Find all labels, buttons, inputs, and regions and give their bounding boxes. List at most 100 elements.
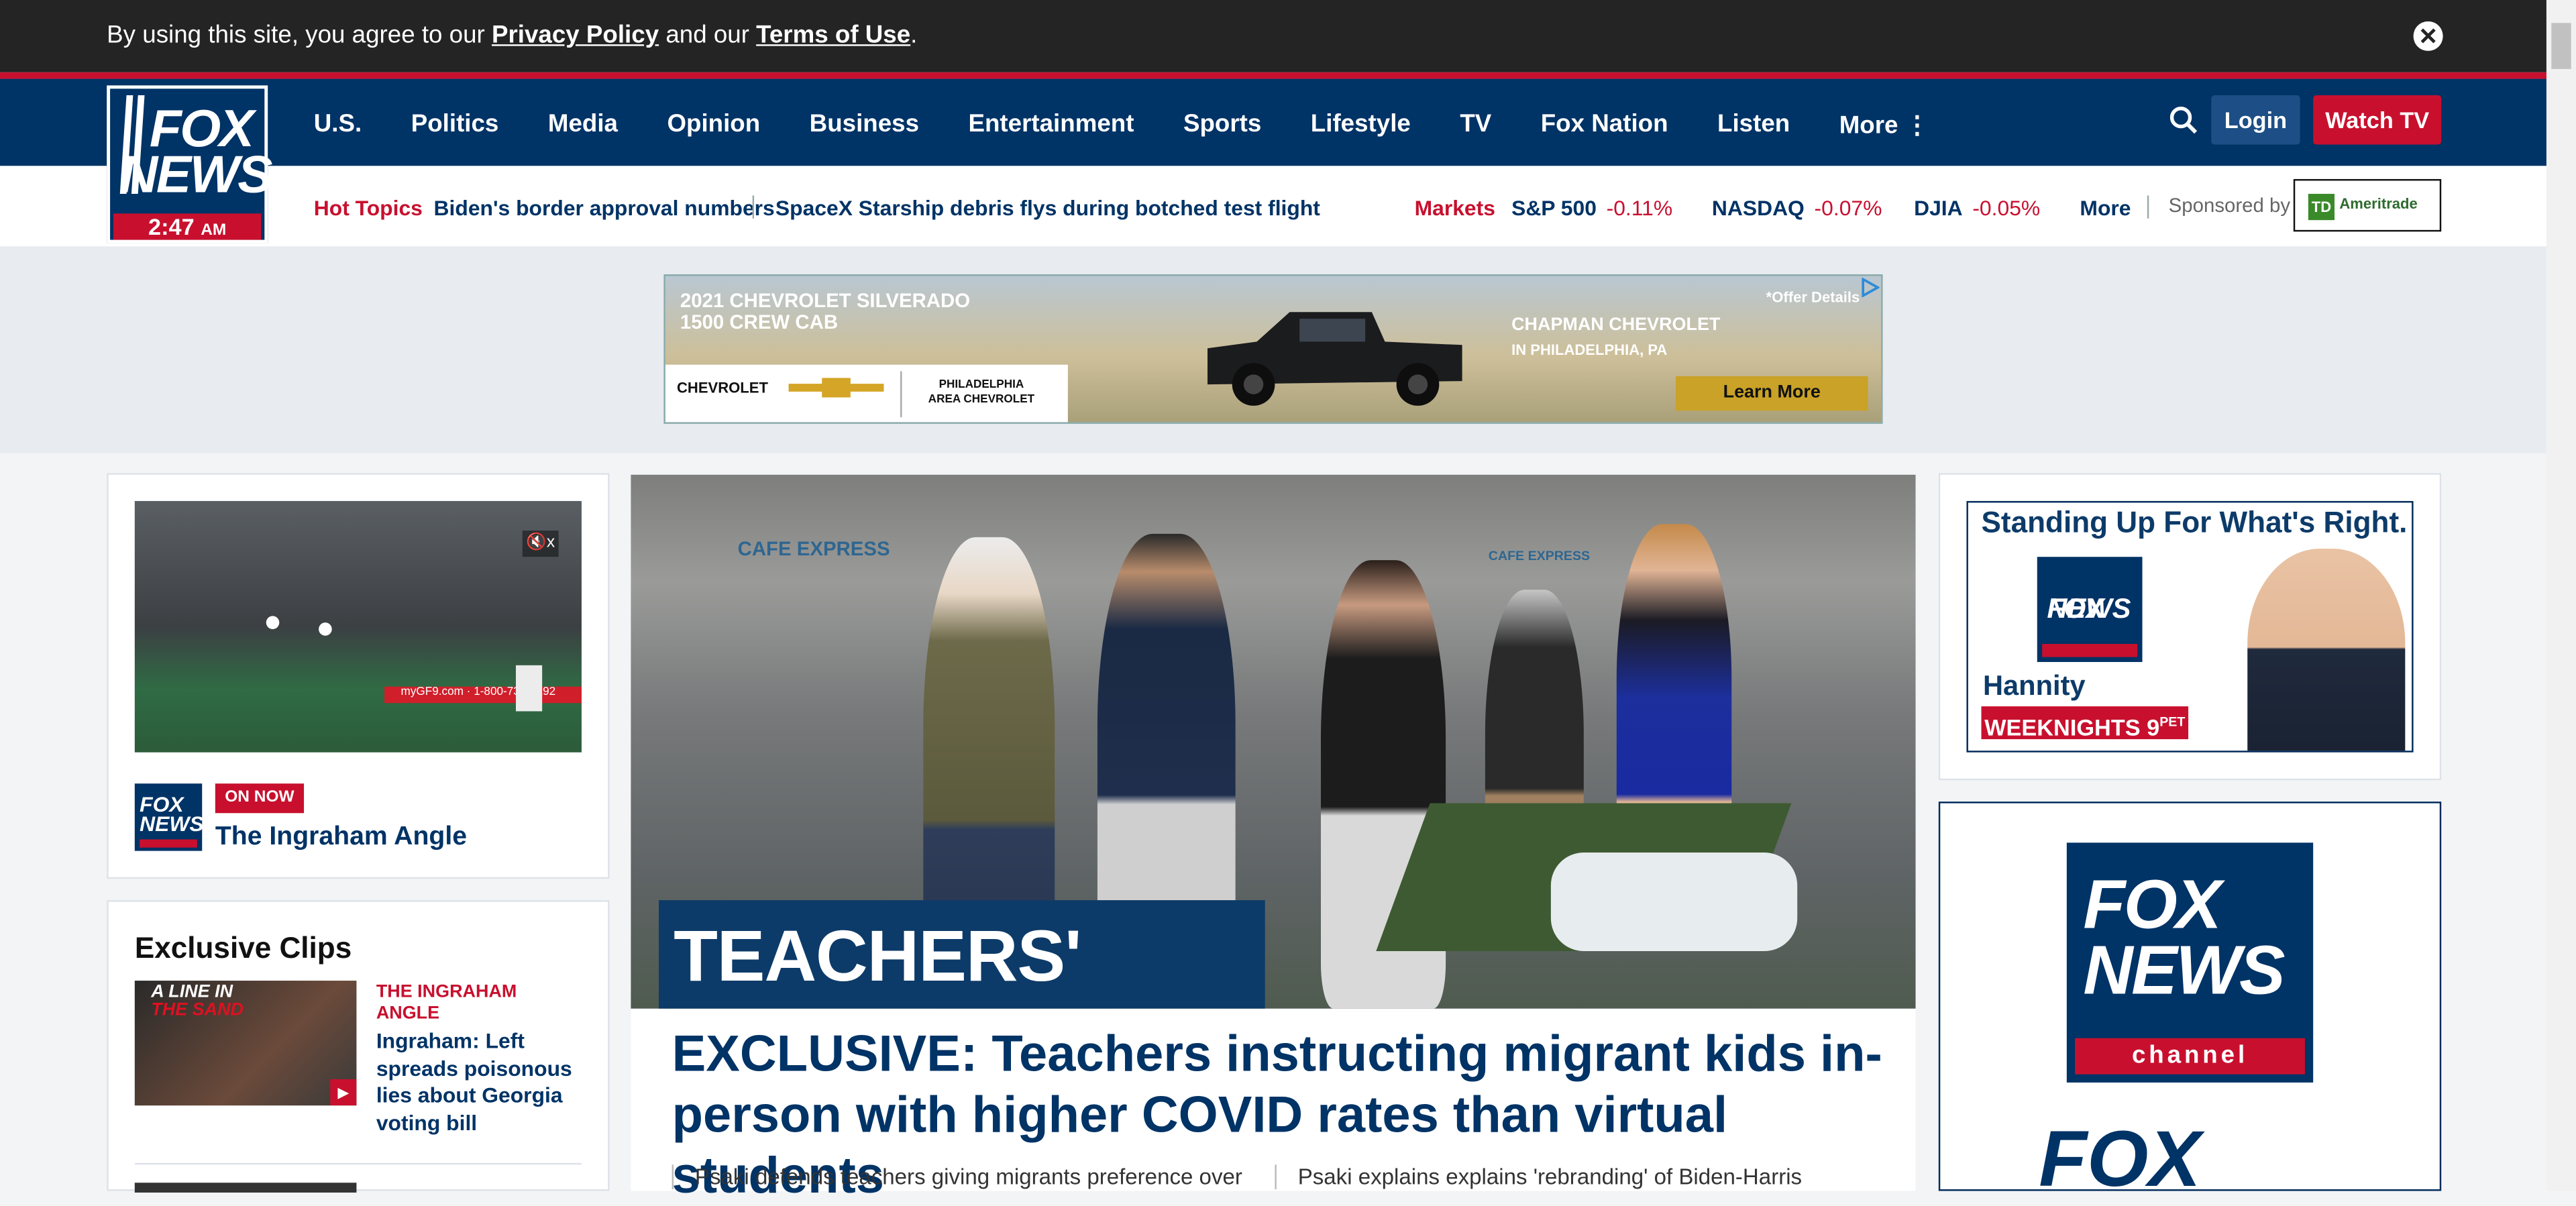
sponsor-logo-box: TD	[2308, 193, 2335, 221]
nav-item-opinion[interactable]: Opinion	[667, 110, 760, 140]
sponsor-logo[interactable]: TD Ameritrade	[2293, 178, 2442, 232]
sponsored-label: Sponsored by	[2168, 193, 2291, 217]
cookie-text-pre: By using this site, you agree to our	[107, 21, 492, 50]
ad-headline-1: 2021 CHEVROLET SILVERADO	[680, 289, 971, 313]
logo-clock: 2:47 AM	[113, 213, 262, 240]
hannity-schedule: WEEKNIGHTS 9PET	[1981, 706, 2189, 741]
ad-dealer: CHAPMAN CHEVROLET IN PHILADELPHIA, PA	[1511, 314, 1720, 363]
hannity-ad[interactable]: Standing Up For What's Right. FOX NEWS Ha…	[1966, 500, 2414, 753]
stock-ticker[interactable]: NASDAQ -0.07%	[1712, 195, 1882, 220]
fox-news-channel-logo: FOX NEWS channel	[2066, 842, 2314, 1083]
fox-news-channel-logo: FOX NEWS	[2037, 557, 2143, 662]
scrollbar-thumb[interactable]	[2551, 23, 2571, 69]
bigfox-logo-text: FOX NEWS	[2083, 870, 2285, 1005]
video-promo-url: myGF9.com	[400, 686, 464, 698]
header-accent-line	[0, 72, 2546, 79]
hot-topics-label: Hot Topics	[313, 195, 423, 221]
nav-item-politics[interactable]: Politics	[411, 110, 499, 140]
nav-item-more[interactable]: More ⋮	[1839, 110, 1930, 140]
clip-title-link[interactable]: Ingraham: Left spreads poisonous lies ab…	[376, 1028, 582, 1137]
page-scrollbar[interactable]	[2546, 0, 2576, 1191]
clip-show-name[interactable]: THE INGRAHAM ANGLE	[376, 983, 557, 1026]
stock-ticker[interactable]: S&P 500 -0.11%	[1511, 195, 1672, 220]
on-now-badge: ON NOW	[215, 783, 305, 814]
stock-change: -0.11%	[1606, 195, 1673, 221]
cookie-text-post: .	[910, 21, 918, 50]
divider	[900, 371, 902, 418]
markets-more-link[interactable]: More	[2080, 195, 2131, 220]
video-promo-phone: 1-800-737-5192	[474, 686, 556, 698]
clip-thumbnail[interactable]: A LINE IN THE SAND ▶	[134, 981, 357, 1106]
channel-logo-text: FOX NEWS	[140, 793, 204, 836]
golf-ball	[266, 616, 280, 629]
cookie-consent-bar: By using this site, you agree to our Pri…	[0, 0, 2546, 72]
nav-item-sports[interactable]: Sports	[1183, 110, 1261, 140]
divider	[134, 1162, 582, 1165]
search-icon[interactable]	[2169, 105, 2198, 135]
stock-ticker[interactable]: DJIA -0.05%	[1914, 195, 2040, 220]
close-icon[interactable]: ✕	[2413, 21, 2443, 51]
hero-tag: TEACHERS' PETS	[659, 900, 1265, 1079]
chevrolet-bowtie-icon	[788, 378, 884, 398]
terms-of-use-link[interactable]: Terms of Use	[756, 21, 910, 50]
blanket	[1550, 853, 1798, 951]
clock-ampm: AM	[201, 221, 227, 240]
divider	[752, 195, 755, 219]
hot-topic-link[interactable]: SpaceX Starship debris flys during botch…	[775, 195, 1320, 220]
host-portrait	[2247, 548, 2406, 751]
nav-item-lifestyle[interactable]: Lifestyle	[1311, 110, 1411, 140]
channel-logo-bar	[140, 839, 197, 848]
nav-menu: U.S. Politics Media Opinion Business Ent…	[314, 110, 1979, 140]
ad-headline: 2021 CHEVROLET SILVERADO 1500 CREW CAB	[680, 290, 970, 333]
hannity-slot: WEEKNIGHTS 9	[1984, 714, 2160, 741]
hannity-time-suffix: PET	[2159, 714, 2186, 730]
logo-wordmark: FOX NEWS	[120, 102, 273, 201]
ad-area-line1: PHILADELPHIA	[938, 379, 1024, 391]
watch-tv-button[interactable]: Watch TV	[2313, 95, 2442, 145]
cookie-text-mid: and our	[659, 21, 757, 50]
divider	[2147, 195, 2149, 219]
nav-item-fox-nation[interactable]: Fox Nation	[1541, 110, 1668, 140]
channel-logo: FOX NEWS	[134, 783, 204, 851]
hannity-tagline: Standing Up For What's Right.	[1981, 506, 2408, 539]
related-story-link[interactable]: Psaki explains explains 'rebranding' of …	[1275, 1164, 1802, 1190]
hot-topics-bar: Hot Topics Biden's border approval numbe…	[0, 166, 2546, 247]
nav-item-us[interactable]: U.S.	[314, 110, 362, 140]
nav-item-media[interactable]: Media	[548, 110, 618, 140]
ad-dealer-name: CHAPMAN CHEVROLET	[1511, 315, 1721, 335]
ad-offer-details[interactable]: *Offer Details	[1766, 289, 1860, 305]
play-icon[interactable]: ▶	[330, 1079, 357, 1106]
stock-change: -0.07%	[1814, 195, 1882, 221]
fox-news-logo[interactable]: FOX NEWS 2:47 AM	[107, 85, 273, 243]
hot-topic-link[interactable]: Biden's border approval numbers	[434, 195, 775, 220]
ad-dealer-location: IN PHILADELPHIA, PA	[1511, 341, 1668, 358]
channel-logo-word2: NEWS	[140, 811, 204, 836]
clip-thumbnail[interactable]	[134, 1183, 357, 1193]
privacy-policy-link[interactable]: Privacy Policy	[492, 21, 659, 50]
cafe-sign-2: CAFE EXPRESS	[1488, 548, 1591, 564]
mute-icon[interactable]: 🔇x	[522, 531, 559, 557]
stock-name: S&P 500	[1511, 195, 1597, 221]
fox-news-channel-ad[interactable]: FOX NEWS channel FOX	[1938, 802, 2442, 1191]
bigfox-logo-word2: NEWS	[2083, 931, 2285, 1009]
related-story-link[interactable]: Psaki defends teachers giving migrants p…	[672, 1164, 1242, 1190]
bigfox-channel-label: channel	[2075, 1038, 2305, 1075]
nav-item-business[interactable]: Business	[810, 110, 919, 140]
clip-thumb-line1: A LINE IN	[151, 982, 233, 1002]
markets-label[interactable]: Markets	[1415, 195, 1495, 220]
nav-item-tv[interactable]: TV	[1460, 110, 1491, 140]
nav-item-listen[interactable]: Listen	[1717, 110, 1790, 140]
current-show-link[interactable]: The Ingraham Angle	[215, 823, 467, 853]
chevrolet-ad-banner[interactable]: 2021 CHEVROLET SILVERADO 1500 CREW CAB CH…	[663, 274, 1883, 424]
adchoices-icon[interactable]	[1860, 277, 1880, 298]
exclusive-clips-heading: Exclusive Clips	[134, 931, 352, 965]
live-video-player[interactable]: 🔇x myGF9.com · 1-800-737-5192	[134, 500, 582, 753]
login-button[interactable]: Login	[2211, 95, 2300, 145]
ad-learn-more-button[interactable]: Learn More	[1675, 376, 1868, 411]
nav-item-entertainment[interactable]: Entertainment	[968, 110, 1134, 140]
sponsor-name: Ameritrade	[2339, 195, 2418, 212]
bigfox-partial-logo: FOX	[2039, 1117, 2201, 1191]
golf-ball	[319, 622, 332, 636]
product-bottle	[515, 665, 543, 712]
ad-brand-name: CHEVROLET	[676, 379, 768, 396]
